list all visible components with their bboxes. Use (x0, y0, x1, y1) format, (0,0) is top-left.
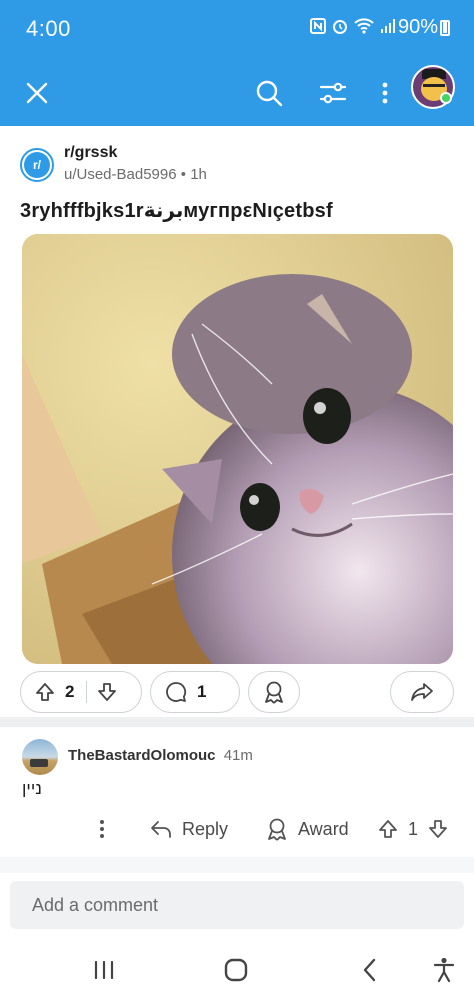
sort-filter-button[interactable] (310, 70, 356, 116)
alarm-icon (332, 18, 348, 39)
comment-item: TheBastardOlomouc 41m ניין Reply Award 1 (0, 727, 474, 853)
nfc-icon (310, 18, 326, 39)
comments-button[interactable]: 1 (150, 671, 240, 713)
post-age: 1h (190, 166, 207, 183)
reply-button[interactable]: Reply (150, 813, 228, 845)
reply-icon (151, 821, 171, 838)
share-icon (411, 683, 433, 701)
back-icon (363, 958, 376, 982)
status-time: 4:00 (26, 16, 71, 41)
award-button[interactable] (248, 671, 300, 713)
search-icon (256, 80, 283, 107)
upvote-icon[interactable] (35, 682, 55, 702)
vote-pill: 2 (20, 671, 142, 713)
battery-indicator: 90% (398, 16, 450, 39)
post-actions: 2 1 (20, 671, 454, 713)
comment-count: 1 (197, 682, 207, 701)
filter-icon (319, 82, 347, 104)
award-label: Award (298, 818, 349, 839)
recents-button[interactable] (84, 954, 124, 986)
close-button[interactable] (14, 70, 60, 116)
app-bar (0, 60, 474, 126)
add-comment-input[interactable] (32, 894, 464, 916)
comment-award-button[interactable]: Award (266, 813, 349, 845)
comment-actions: Reply Award 1 (0, 811, 474, 847)
signal-icon (380, 18, 396, 39)
downvote-icon[interactable] (97, 682, 117, 702)
post-meta: u/Used-Bad5996 • 1h (64, 166, 207, 183)
home-icon (224, 958, 248, 982)
recents-icon (94, 960, 114, 980)
comment-vote: 1 (378, 813, 448, 845)
wifi-icon (354, 18, 374, 39)
award-icon (268, 818, 286, 841)
comment-body: ניין (22, 779, 42, 798)
section-divider (0, 717, 474, 727)
more-vertical-icon (100, 820, 104, 838)
accessibility-button[interactable] (424, 954, 464, 986)
comment-author-line: TheBastardOlomouc 41m (68, 747, 253, 764)
subreddit-icon[interactable]: r/ (20, 148, 54, 182)
meta-separator: • (180, 166, 187, 183)
add-comment-field[interactable] (10, 881, 464, 929)
subreddit-name[interactable]: r/grssk (64, 144, 117, 162)
share-button[interactable] (390, 671, 454, 713)
top-bar: 4:00 90% (0, 0, 474, 126)
comment-icon (166, 682, 187, 702)
comment-more-button[interactable] (92, 815, 112, 843)
close-icon (26, 82, 48, 104)
system-nav-bar (0, 940, 474, 1000)
reply-label: Reply (182, 818, 229, 839)
vote-separator (86, 681, 88, 703)
home-button[interactable] (216, 954, 256, 986)
battery-percent: 90% (397, 16, 438, 38)
comment-author-avatar[interactable] (22, 739, 58, 775)
comment-score: 1 (408, 818, 419, 839)
section-divider (0, 857, 474, 873)
downvote-icon[interactable] (428, 819, 448, 839)
award-icon (265, 681, 283, 704)
search-button[interactable] (246, 70, 292, 116)
post-header: r/ r/grssk u/Used-Bad5996 • 1h (20, 144, 440, 186)
post-author[interactable]: u/Used-Bad5996 (64, 166, 177, 183)
upvote-count: 2 (65, 682, 75, 701)
back-button[interactable] (350, 954, 390, 986)
status-icons (310, 18, 396, 39)
upvote-icon[interactable] (378, 819, 398, 839)
comment-age: 41m (223, 747, 253, 764)
user-avatar-button[interactable] (408, 62, 458, 112)
status-bar: 4:00 90% (0, 0, 474, 60)
more-vertical-icon (382, 82, 388, 104)
post-title: 3ryhfffbjks1rبرنةмугпрεNıçetbsf (20, 200, 333, 222)
online-status-dot (440, 92, 452, 104)
post-image[interactable] (22, 234, 453, 664)
more-options-button[interactable] (362, 70, 408, 116)
accessibility-icon (433, 957, 455, 983)
comment-author-name[interactable]: TheBastardOlomouc (68, 747, 216, 764)
battery-icon (440, 19, 450, 36)
